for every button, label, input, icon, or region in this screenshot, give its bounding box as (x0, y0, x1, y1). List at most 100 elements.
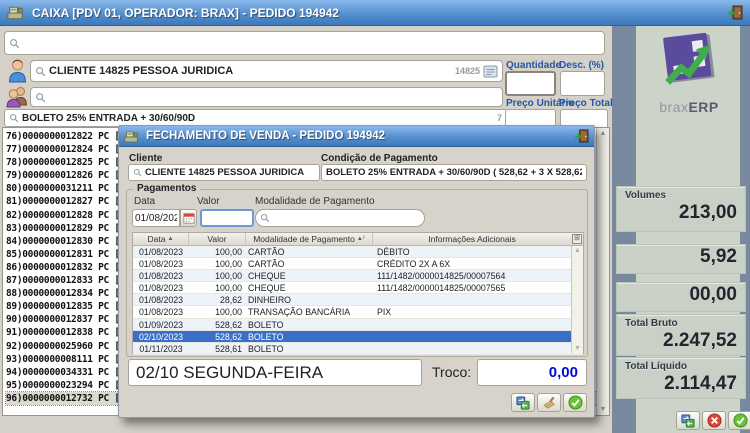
brax-erp-logo-icon (663, 32, 715, 85)
payment-row[interactable]: 01/08/2023 28,62 DINHEIRO (133, 294, 583, 307)
cell-info: 111/1482/0000014825/00007564 (377, 271, 506, 282)
cell-date: 01/08/2023 (138, 295, 184, 306)
cell-modalidade: DINHEIRO (248, 295, 292, 306)
quantidade-label: Quantidade (506, 60, 562, 71)
valor-input[interactable] (200, 209, 254, 227)
pagamentos-fieldset: Pagamentos Data Valor Modalidade de Paga… (126, 183, 588, 357)
total-bruto-value: 2.247,52 (663, 330, 737, 351)
cell-date: 01/11/2023 (139, 343, 183, 354)
search-icon (133, 168, 142, 177)
header-data[interactable]: Data ▲ (133, 233, 189, 245)
cell-modalidade: CHEQUE (248, 271, 286, 282)
caixa-window: CAIXA [PDV 01, OPERADOR: BRAX] - PEDIDO … (0, 0, 750, 433)
header-valor[interactable]: Valor (189, 233, 246, 245)
modalidade-input[interactable] (255, 209, 425, 227)
calendar-icon (182, 212, 195, 224)
dialog-titlebar: FECHAMENTO DE VENDA - PEDIDO 194942 (119, 126, 594, 147)
client-search-input[interactable]: CLIENTE 14825 PESSOA JURIDICA 14825 (30, 60, 503, 82)
data-value: 01/08/2023 (135, 212, 177, 224)
payment-row[interactable]: 01/09/2023 528,62 BOLETO (133, 318, 583, 331)
scroll-down-icon[interactable]: ▼ (574, 345, 581, 352)
cancel-button[interactable] (702, 411, 726, 430)
brax-erp-logo: braxERP (638, 32, 740, 115)
due-day-field[interactable]: 02/10 SEGUNDA-FEIRA (128, 359, 422, 386)
calendar-button[interactable] (180, 209, 197, 227)
preco-total-label: Preço Total (559, 98, 613, 109)
payment-row[interactable]: 01/08/2023 100,00 CARTÃO CRÉDITO 2X A 6X (133, 258, 583, 271)
cell-modalidade: CARTÃO (248, 247, 285, 257)
dialog-title: FECHAMENTO DE VENDA - PEDIDO 194942 (146, 130, 386, 142)
payment-row[interactable]: 01/08/2023 100,00 CHEQUE 111/1482/000001482… (133, 270, 583, 283)
confirm-button[interactable] (563, 393, 587, 412)
cell-info (373, 319, 583, 330)
logo-suffix: ERP (688, 99, 719, 115)
total-liquido-value: 2.114,47 (664, 373, 737, 394)
client-note-icon[interactable] (483, 65, 498, 78)
cell-valor: 528,61 (215, 343, 242, 354)
cell-info (373, 331, 583, 342)
sort-asc-icon: ▲ (167, 236, 174, 242)
transfer-button[interactable] (511, 393, 535, 412)
cliente-input[interactable]: CLIENTE 14825 PESSOA JURIDICA (128, 164, 320, 181)
modalidade-label: Modalidade de Pagamento (255, 196, 375, 207)
scroll-down-icon[interactable]: ▼ (600, 406, 607, 413)
desc-input[interactable] (560, 71, 605, 96)
clear-button[interactable] (537, 393, 561, 412)
condicao-pagamento-input[interactable]: BOLETO 25% ENTRADA + 30/60/90D ( 528,62 … (321, 164, 587, 181)
cell-modalidade: BOLETO (248, 343, 284, 354)
header-informacoes[interactable]: Informações Adicionais (373, 233, 571, 245)
cliente-value: CLIENTE 14825 PESSOA JURIDICA (145, 167, 305, 178)
troco-value: 0,00 (548, 364, 578, 381)
cell-valor: 528,62 (215, 331, 242, 342)
payments-table[interactable]: Data ▲ Valor Modalidade de Pagamento ▲² In… (132, 232, 584, 355)
transfer-button[interactable] (676, 411, 700, 430)
client-code: 14825 (454, 66, 480, 76)
data-input[interactable]: 01/08/2023 (132, 209, 180, 227)
volumes-metric: Volumes 213,00 (616, 186, 746, 232)
check-icon (732, 413, 748, 428)
volumes-value: 213,00 (678, 202, 737, 223)
cell-date: 01/08/2023 (138, 271, 184, 282)
quantidade-input[interactable] (505, 71, 556, 96)
exit-door-icon[interactable] (574, 129, 589, 143)
total-liquido-metric: Total Líquido 2.114,47 (616, 357, 746, 399)
metric-3: 00,00 (616, 282, 746, 312)
product-search-input[interactable] (4, 31, 605, 55)
search-icon (35, 66, 46, 77)
confirm-button[interactable] (728, 411, 750, 430)
data-label: Data (134, 196, 156, 207)
cell-valor: 28,62 (219, 295, 242, 306)
cash-register-icon (7, 5, 24, 20)
condicao-pagamento-label: Condição de Pagamento (321, 153, 438, 164)
cell-date: 02/10/2023 (138, 331, 184, 342)
table-scrollbar[interactable]: ▲ ▼ (571, 246, 583, 353)
cell-info: DÉBITO (377, 247, 410, 257)
payment-row[interactable]: 01/08/2023 100,00 TRANSAÇÃO BANCÁRIA PIX (133, 306, 583, 319)
brax-erp-logo-text: braxERP (638, 99, 740, 115)
search-icon (9, 38, 20, 49)
troco-field[interactable]: 0,00 (477, 359, 587, 386)
fechamento-venda-dialog: FECHAMENTO DE VENDA - PEDIDO 194942 Clie… (118, 125, 595, 418)
exit-door-icon[interactable] (727, 5, 743, 20)
order-list-scrollbar[interactable]: ▲ ▼ (596, 128, 609, 415)
cell-date: 01/08/2023 (138, 307, 184, 318)
payment-row[interactable]: 01/08/2023 100,00 CARTÃO DÉBITO (133, 246, 583, 259)
payment-condition-value: BOLETO 25% ENTRADA + 30/60/90D (22, 112, 196, 124)
transfer-icon (681, 413, 695, 428)
scroll-up-icon[interactable]: ▲ (600, 130, 607, 137)
search-icon (35, 92, 46, 103)
payment-row-selected[interactable]: 02/10/2023 528,62 BOLETO (133, 330, 583, 343)
payment-row[interactable]: 01/11/2023 528,61 BOLETO (133, 342, 583, 355)
payment-condition-badge: 7 (496, 113, 502, 123)
table-grid-icon[interactable]: ⊞ (572, 234, 582, 244)
scroll-up-icon[interactable]: ▲ (574, 247, 581, 254)
payment-row[interactable]: 01/08/2023 100,00 CHEQUE 111/1482/000001482… (133, 282, 583, 295)
contacts-people-icon[interactable] (6, 85, 29, 108)
cell-date: 01/08/2023 (138, 283, 184, 294)
cell-valor: 100,00 (215, 283, 242, 294)
header-modalidade[interactable]: Modalidade de Pagamento ▲² (246, 233, 373, 245)
cell-date: 01/08/2023 (138, 259, 184, 270)
metric-2: 5,92 (616, 244, 746, 274)
client-person-icon[interactable] (7, 58, 28, 83)
contact-search-input[interactable] (30, 87, 503, 107)
